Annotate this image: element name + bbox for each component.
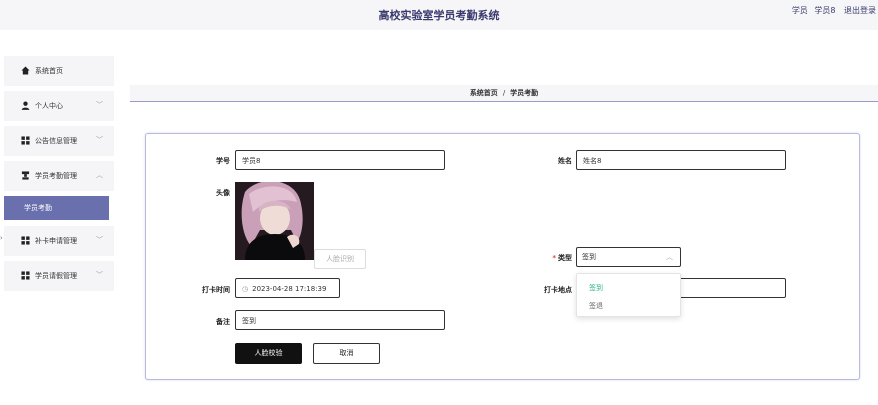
sidebar-item-label: 学员请假管理 <box>35 272 77 280</box>
sidebar-item-home[interactable]: 系统首页 <box>4 56 114 86</box>
chevron-down-icon: ﹀ <box>96 271 103 279</box>
grid-icon <box>21 271 30 283</box>
avatar-label: 头像 <box>216 189 230 197</box>
chevron-down-icon: ﹀ <box>96 101 103 109</box>
logout-link[interactable]: 退出登录 <box>844 6 876 15</box>
place-label: 打卡地点 <box>544 286 572 294</box>
chevron-down-icon: ﹀ <box>96 136 103 144</box>
sidebar-item-attendance[interactable]: 学员考勤管理 ︿ <box>4 161 114 191</box>
sidebar-item-label: 个人中心 <box>35 102 63 110</box>
user-name: 学员8 <box>814 6 836 15</box>
sidebar-item-label: 学员考勤管理 <box>35 172 77 180</box>
chevron-down-icon: ﹀ <box>96 236 103 244</box>
breadcrumb: 系统首页 / 学员考勤 <box>130 85 878 102</box>
face-verify-button[interactable]: 人脸校验 <box>235 343 302 364</box>
name-label: 姓名 <box>558 157 572 165</box>
type-option-checkin[interactable]: 签到 <box>589 283 603 293</box>
type-dropdown: 签到 签退 <box>576 273 681 317</box>
type-select-value: 签到 <box>582 253 596 261</box>
chevron-up-icon: ︿ <box>666 253 673 261</box>
sidebar-item-notice[interactable]: 公告信息管理 ﹀ <box>4 126 114 156</box>
grid-icon <box>21 136 30 148</box>
face-recognition-button[interactable]: 人脸识别 <box>314 249 366 269</box>
sidebar-item-label: 系统首页 <box>35 67 63 75</box>
clock-icon: ◷ <box>242 285 249 293</box>
user-role: 学员 <box>791 6 808 15</box>
avatar[interactable] <box>235 182 314 260</box>
sidebar-subitem-label: 学员考勤 <box>24 204 52 212</box>
name-field[interactable]: 姓名8 <box>576 150 786 170</box>
type-label-text: 类型 <box>558 254 572 262</box>
breadcrumb-home[interactable]: 系统首页 <box>470 89 498 97</box>
remark-label: 备注 <box>216 318 230 326</box>
sidebar-item-label: 补卡申请管理 <box>35 237 77 245</box>
sidebar-item-makeup[interactable]: 补卡申请管理 ﹀ <box>4 226 114 256</box>
chevron-up-icon: ︿ <box>96 171 103 179</box>
sidebar-item-profile[interactable]: 个人中心 ﹀ <box>4 91 114 121</box>
cancel-button[interactable]: 取消 <box>313 343 380 364</box>
user-area: 学员 学员8 退出登录 <box>786 5 876 16</box>
sidebar-item-leave[interactable]: 学员请假管理 ﹀ <box>4 261 114 291</box>
grid-icon <box>21 236 30 248</box>
type-option-checkout[interactable]: 签退 <box>589 301 603 311</box>
time-label: 打卡时间 <box>202 286 230 294</box>
collapse-arrow-icon[interactable]: › <box>0 234 3 242</box>
sidebar: 系统首页 个人中心 ﹀ 公告信息管理 ﹀ 学员考勤管理 ︿ 学员考勤 补卡申请管… <box>4 56 114 296</box>
breadcrumb-current: 学员考勤 <box>510 89 539 97</box>
sidebar-subitem-attendance[interactable]: 学员考勤 <box>4 196 109 220</box>
top-bar: 高校实验室学员考勤系统 学员 学员8 退出登录 <box>0 0 878 30</box>
app-title: 高校实验室学员考勤系统 <box>378 9 500 22</box>
type-select[interactable]: 签到 ︿ <box>576 247 681 267</box>
time-value: 2023-04-28 17:18:39 <box>252 285 327 293</box>
time-picker[interactable]: ◷ 2023-04-28 17:18:39 <box>235 278 340 298</box>
student-id-label: 学号 <box>216 157 230 165</box>
required-mark: * <box>552 254 556 262</box>
home-icon <box>21 66 30 78</box>
user-icon <box>21 101 30 113</box>
breadcrumb-separator: / <box>502 89 506 97</box>
remark-field[interactable]: 签到 <box>235 310 445 330</box>
stamp-icon <box>21 171 30 183</box>
sidebar-item-label: 公告信息管理 <box>35 137 77 145</box>
student-id-field[interactable]: 学员8 <box>235 150 445 170</box>
type-label: * 类型 <box>528 253 572 263</box>
